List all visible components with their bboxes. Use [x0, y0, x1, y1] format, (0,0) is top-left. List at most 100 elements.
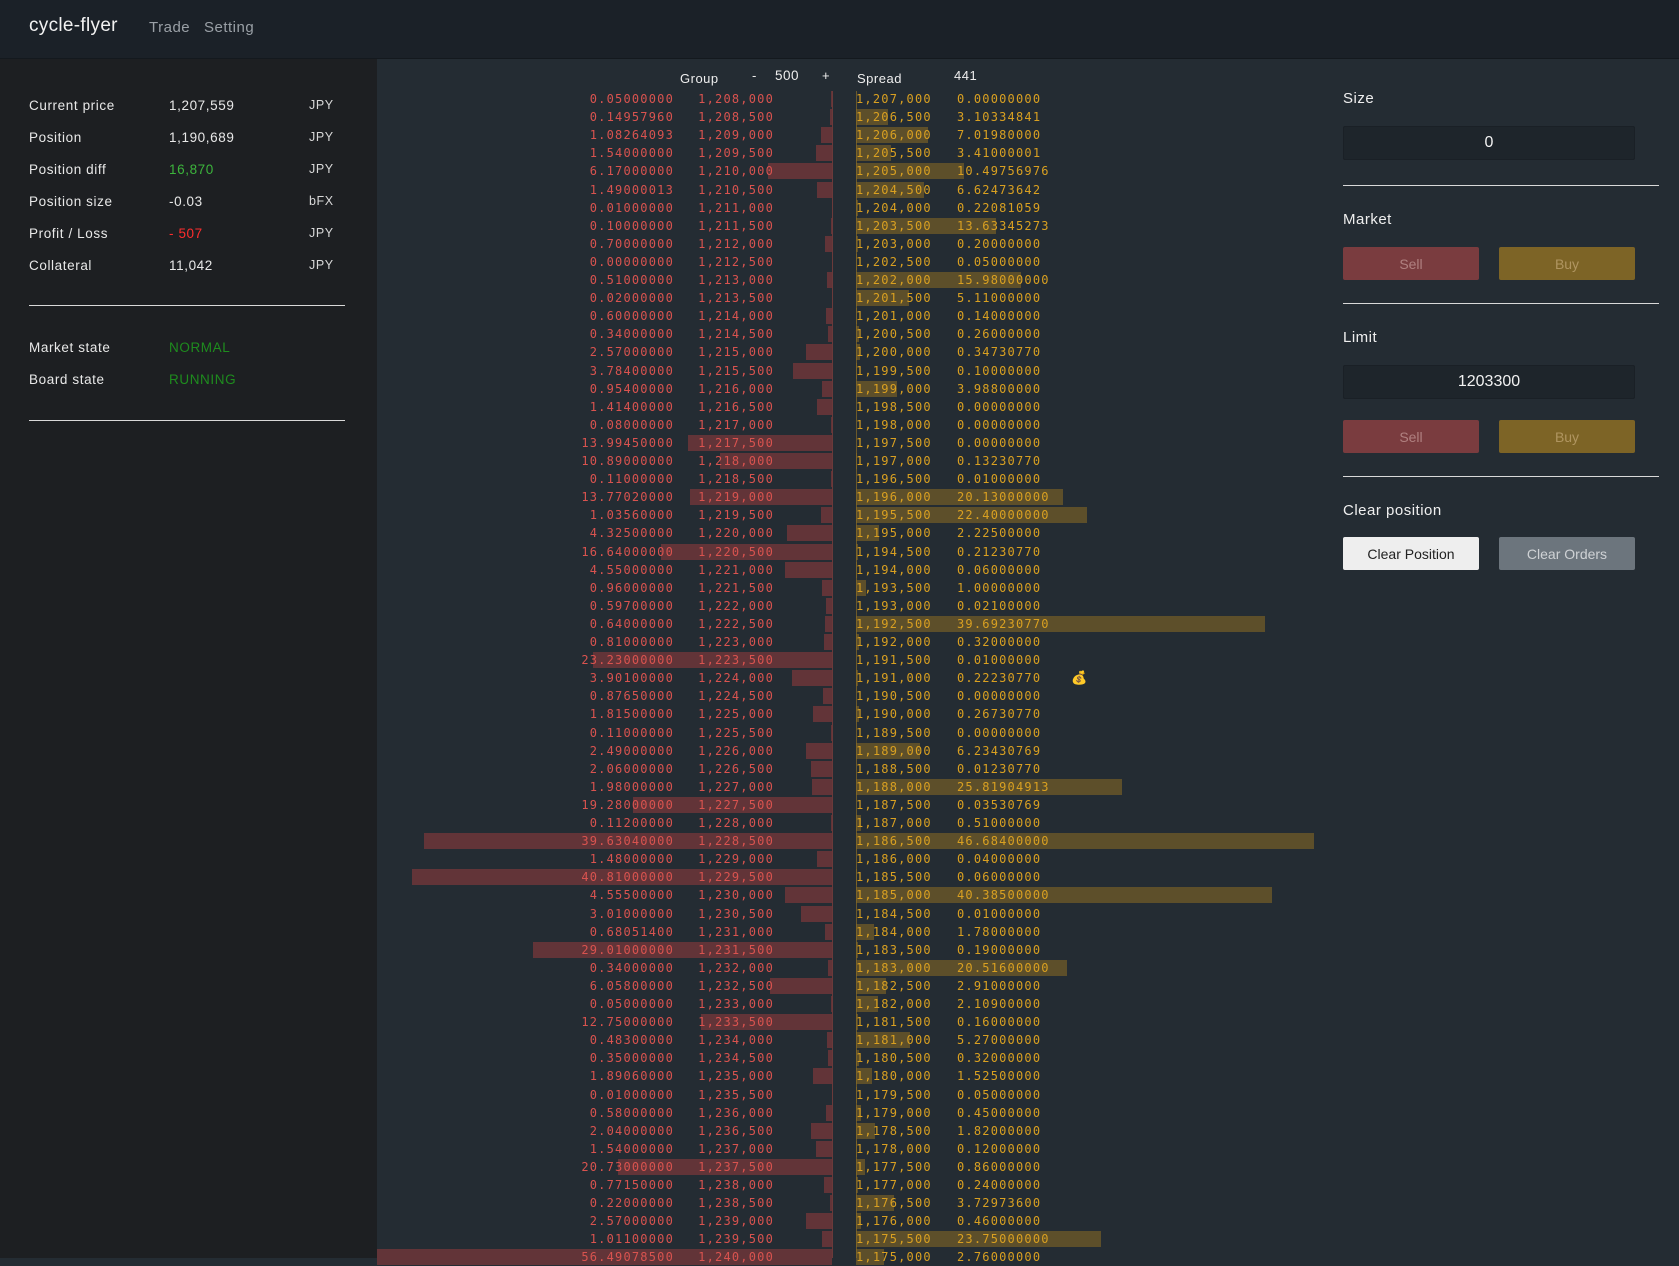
ask-price[interactable]: 1,229,500	[698, 870, 774, 884]
bid-price[interactable]: 1,191,500	[856, 653, 932, 667]
ask-price[interactable]: 1,220,500	[698, 545, 774, 559]
ask-price[interactable]: 1,227,500	[698, 798, 774, 812]
app-brand[interactable]: cycle-flyer	[29, 15, 118, 37]
ask-price[interactable]: 1,239,000	[698, 1214, 774, 1228]
ask-price[interactable]: 1,226,000	[698, 744, 774, 758]
bid-price[interactable]: 1,200,000	[856, 345, 932, 359]
ask-price[interactable]: 1,221,500	[698, 581, 774, 595]
ask-price[interactable]: 1,228,000	[698, 816, 774, 830]
bid-price[interactable]: 1,178,500	[856, 1124, 932, 1138]
ask-price[interactable]: 1,233,000	[698, 997, 774, 1011]
ask-price[interactable]: 1,215,000	[698, 345, 774, 359]
ask-price[interactable]: 1,229,000	[698, 852, 774, 866]
ask-price[interactable]: 1,230,000	[698, 888, 774, 902]
bid-price[interactable]: 1,205,500	[856, 146, 932, 160]
ask-price[interactable]: 1,228,500	[698, 834, 774, 848]
bid-price[interactable]: 1,177,000	[856, 1178, 932, 1192]
size-input[interactable]	[1343, 126, 1635, 160]
limit-sell-button[interactable]: Sell	[1343, 420, 1479, 453]
ask-price[interactable]: 1,217,500	[698, 436, 774, 450]
ask-price[interactable]: 1,234,500	[698, 1051, 774, 1065]
bid-price[interactable]: 1,180,000	[856, 1069, 932, 1083]
limit-price-input[interactable]	[1343, 365, 1635, 399]
bid-price[interactable]: 1,196,000	[856, 490, 932, 504]
bid-price[interactable]: 1,207,000	[856, 92, 932, 106]
bid-price[interactable]: 1,204,500	[856, 183, 932, 197]
ask-price[interactable]: 1,223,000	[698, 635, 774, 649]
market-buy-button[interactable]: Buy	[1499, 247, 1635, 280]
ask-price[interactable]: 1,214,500	[698, 327, 774, 341]
ask-price[interactable]: 1,218,000	[698, 454, 774, 468]
bid-price[interactable]: 1,202,500	[856, 255, 932, 269]
ask-price[interactable]: 1,232,000	[698, 961, 774, 975]
bid-price[interactable]: 1,183,000	[856, 961, 932, 975]
ask-price[interactable]: 1,232,500	[698, 979, 774, 993]
bid-price[interactable]: 1,197,500	[856, 436, 932, 450]
bid-price[interactable]: 1,175,500	[856, 1232, 932, 1246]
market-sell-button[interactable]: Sell	[1343, 247, 1479, 280]
group-decrease-button[interactable]: -	[752, 68, 757, 83]
bid-price[interactable]: 1,186,500	[856, 834, 932, 848]
ask-price[interactable]: 1,239,500	[698, 1232, 774, 1246]
bid-price[interactable]: 1,178,000	[856, 1142, 932, 1156]
ask-price[interactable]: 1,225,500	[698, 726, 774, 740]
bid-price[interactable]: 1,187,500	[856, 798, 932, 812]
ask-price[interactable]: 1,208,000	[698, 92, 774, 106]
bid-price[interactable]: 1,195,000	[856, 526, 932, 540]
ask-price[interactable]: 1,222,000	[698, 599, 774, 613]
ask-price[interactable]: 1,224,500	[698, 689, 774, 703]
bid-price[interactable]: 1,199,000	[856, 382, 932, 396]
ask-price[interactable]: 1,219,500	[698, 508, 774, 522]
ask-price[interactable]: 1,209,500	[698, 146, 774, 160]
bid-price[interactable]: 1,182,500	[856, 979, 932, 993]
bid-price[interactable]: 1,183,500	[856, 943, 932, 957]
group-increase-button[interactable]: +	[822, 68, 830, 83]
bid-price[interactable]: 1,188,000	[856, 780, 932, 794]
bid-price[interactable]: 1,184,000	[856, 925, 932, 939]
ask-price[interactable]: 1,231,000	[698, 925, 774, 939]
limit-buy-button[interactable]: Buy	[1499, 420, 1635, 453]
ask-price[interactable]: 1,230,500	[698, 907, 774, 921]
bid-price[interactable]: 1,187,000	[856, 816, 932, 830]
ask-price[interactable]: 1,218,500	[698, 472, 774, 486]
ask-price[interactable]: 1,234,000	[698, 1033, 774, 1047]
bid-price[interactable]: 1,191,000	[856, 671, 932, 685]
ask-price[interactable]: 1,219,000	[698, 490, 774, 504]
bid-price[interactable]: 1,190,500	[856, 689, 932, 703]
ask-price[interactable]: 1,216,000	[698, 382, 774, 396]
clear-orders-button[interactable]: Clear Orders	[1499, 537, 1635, 570]
ask-price[interactable]: 1,216,500	[698, 400, 774, 414]
bid-price[interactable]: 1,206,500	[856, 110, 932, 124]
bid-price[interactable]: 1,192,500	[856, 617, 932, 631]
bid-price[interactable]: 1,200,500	[856, 327, 932, 341]
bid-price[interactable]: 1,184,500	[856, 907, 932, 921]
nav-trade[interactable]: Trade	[149, 19, 190, 36]
bid-price[interactable]: 1,194,000	[856, 563, 932, 577]
bid-price[interactable]: 1,192,000	[856, 635, 932, 649]
bid-price[interactable]: 1,198,500	[856, 400, 932, 414]
ask-price[interactable]: 1,210,500	[698, 183, 774, 197]
bid-price[interactable]: 1,179,500	[856, 1088, 932, 1102]
ask-price[interactable]: 1,236,000	[698, 1106, 774, 1120]
bid-price[interactable]: 1,181,000	[856, 1033, 932, 1047]
ask-price[interactable]: 1,213,500	[698, 291, 774, 305]
ask-price[interactable]: 1,223,500	[698, 653, 774, 667]
bid-price[interactable]: 1,189,500	[856, 726, 932, 740]
ask-price[interactable]: 1,208,500	[698, 110, 774, 124]
ask-price[interactable]: 1,237,500	[698, 1160, 774, 1174]
bid-price[interactable]: 1,190,000	[856, 707, 932, 721]
ask-price[interactable]: 1,235,500	[698, 1088, 774, 1102]
bid-price[interactable]: 1,205,000	[856, 164, 932, 178]
bid-price[interactable]: 1,176,000	[856, 1214, 932, 1228]
bid-price[interactable]: 1,203,500	[856, 219, 932, 233]
ask-price[interactable]: 1,237,000	[698, 1142, 774, 1156]
ask-price[interactable]: 1,222,500	[698, 617, 774, 631]
bid-price[interactable]: 1,188,500	[856, 762, 932, 776]
bid-price[interactable]: 1,185,000	[856, 888, 932, 902]
ask-price[interactable]: 1,212,500	[698, 255, 774, 269]
ask-price[interactable]: 1,226,500	[698, 762, 774, 776]
bid-price[interactable]: 1,189,000	[856, 744, 932, 758]
bid-price[interactable]: 1,175,000	[856, 1250, 932, 1264]
bid-price[interactable]: 1,185,500	[856, 870, 932, 884]
ask-price[interactable]: 1,214,000	[698, 309, 774, 323]
